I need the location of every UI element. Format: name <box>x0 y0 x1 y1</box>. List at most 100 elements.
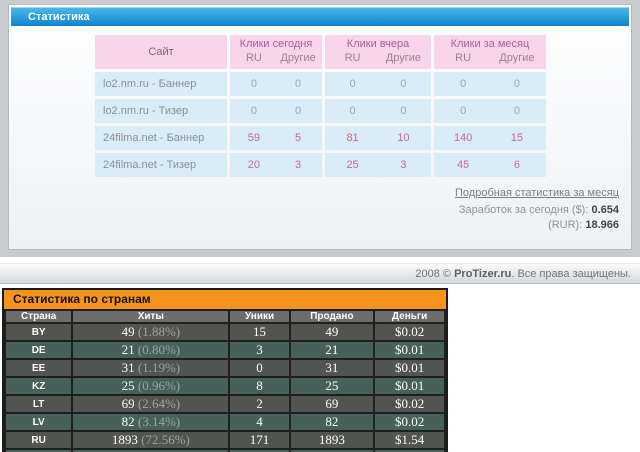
country-stats-title-text: Статистика по странам <box>13 292 151 306</box>
column-header-group: Клики за месяц RU Другие <box>434 35 546 69</box>
clicks-value: 0 <box>513 78 520 90</box>
hits-percent: (0.96%) <box>137 378 181 393</box>
site-name-cell: lo2.nm.ru - Баннер <box>95 72 227 96</box>
country-column-header: Продано <box>288 309 376 324</box>
clicks-value: 0 <box>400 105 407 117</box>
sold-cell: 69 <box>288 394 376 414</box>
table-row: lo2.nm.ru - Тизер 0 0 0 0 0 0 <box>95 99 546 123</box>
clicks-group-cell: 00 <box>230 99 322 123</box>
clicks-group-cell: 59 5 <box>230 126 322 150</box>
earnings-block: Подробная статистика за месяц Заработок … <box>11 180 629 243</box>
hits-cell: 1893 (72.56%) <box>71 430 231 450</box>
country-row: LV 82 (3.14%) 4 82 $0.02 <box>3 412 446 432</box>
site-name-cell: 24filma.net - Тизер <box>95 153 227 177</box>
hits-percent: (1.88%) <box>137 324 181 339</box>
sold-cell: 31 <box>288 358 376 378</box>
country-code-cell: RU <box>3 430 74 450</box>
uniques-cell: 0 <box>228 358 291 378</box>
earnings-rur-label: (RUR): <box>548 219 586 231</box>
table-row: 24filma.net - Баннер 59 5 81 10 140 15 <box>95 126 546 150</box>
clicks-value: 3 <box>295 159 302 171</box>
country-stats-title: Статистика по странам <box>4 290 446 309</box>
site-name-cell: 24filma.net - Баннер <box>95 126 227 150</box>
table-row: 24filma.net - Тизер 20 3 25 3 45 6 <box>95 153 546 177</box>
uniques-cell: 171 <box>228 430 291 450</box>
country-row: LT 69 (2.64%) 2 69 $0.02 <box>3 394 446 414</box>
clicks-group-cell: 81 10 <box>325 126 431 150</box>
clicks-value: 25 <box>346 159 359 171</box>
clicks-value: 0 <box>295 78 302 90</box>
clicks-group-cell: 00 <box>230 72 322 96</box>
country-row: KZ 25 (0.96%) 8 25 $0.01 <box>3 376 446 396</box>
country-code-cell: LT <box>3 394 74 414</box>
copyright-bar: 2008 © ProTizer.ru. Все права защищены. <box>0 263 640 284</box>
country-row: RU 1893 (72.56%) 171 1893 $1.54 <box>3 430 446 450</box>
country-stats-table: Страна Хиты Уники Продано Деньги BY 49 (1.88%… <box>3 309 446 452</box>
clicks-value: 6 <box>513 159 520 171</box>
country-stats-section: Статистика по странам Страна Хиты Уники Про… <box>2 288 448 452</box>
uniques-cell: 4 <box>228 412 291 432</box>
uniques-cell: 8 <box>228 376 291 396</box>
clicks-value: 59 <box>247 132 261 144</box>
stats-panel-title-bar: Статистика <box>11 7 629 26</box>
hits-percent: (3.14%) <box>137 414 181 429</box>
hits-cell: 49 (1.88%) <box>71 322 231 342</box>
earnings-rur-line: (RUR): 18.966 <box>11 218 619 233</box>
country-row: EE 31 (1.19%) 0 31 $0.01 <box>3 358 446 378</box>
sold-cell: 21 <box>288 340 376 360</box>
hits-percent: (72.56%) <box>141 432 190 447</box>
clicks-value: 0 <box>460 78 467 90</box>
country-stats-body: BY 49 (1.88%) 15 49 $0.02 DE 21 (0.80%) 3 21 $0.0… <box>3 322 446 452</box>
group-title: Клики вчера <box>346 38 410 50</box>
uniques-cell: 3 <box>228 340 291 360</box>
country-column-header: Хиты <box>71 309 231 324</box>
clicks-value: 0 <box>513 105 520 117</box>
money-cell: $0.01 <box>373 376 446 396</box>
clicks-group-cell: 20 3 <box>230 153 322 177</box>
copyright-suffix: . Все права защищены. <box>511 268 631 280</box>
money-cell: $0.01 <box>373 340 446 360</box>
clicks-group-cell: 00 <box>434 99 546 123</box>
hits-cell: 69 (2.64%) <box>71 394 231 414</box>
country-row: DE 21 (0.80%) 3 21 $0.01 <box>3 340 446 360</box>
country-column-header: Уники <box>228 309 291 324</box>
hits-cell: 31 (1.19%) <box>71 358 231 378</box>
clicks-value: 15 <box>510 132 523 144</box>
clicks-group-cell: 25 3 <box>325 153 431 177</box>
earnings-today-line: Заработок за сегодня ($): 0.654 <box>11 203 619 218</box>
clicks-group-cell: 00 <box>434 72 546 96</box>
hits-cell: 82 (3.14%) <box>71 412 231 432</box>
site-stats-body: lo2.nm.ru - Баннер 0 0 0 0 0 0 lo2.nm.ru - Тизе… <box>95 72 546 177</box>
money-cell: $0.02 <box>373 412 446 432</box>
clicks-value: 0 <box>349 105 356 117</box>
clicks-value: 0 <box>349 78 356 90</box>
country-code-cell: KZ <box>3 376 74 396</box>
earnings-today-label: Заработок за сегодня ($): <box>458 204 592 216</box>
clicks-value: 5 <box>295 132 302 144</box>
group-title: Клики сегодня <box>239 38 313 50</box>
hits-percent: (1.19%) <box>137 360 181 375</box>
earnings-today-value: 0.654 <box>591 204 619 216</box>
money-cell: $0.01 <box>373 358 446 378</box>
table-row: lo2.nm.ru - Баннер 0 0 0 0 0 0 <box>95 72 546 96</box>
group-title: Клики за месяц <box>450 38 530 50</box>
monthly-stats-link[interactable]: Подробная статистика за месяц <box>455 187 619 199</box>
country-row: BY 49 (1.88%) 15 49 $0.02 <box>3 322 446 342</box>
column-header-group: Клики сегодня RU Другие <box>230 35 322 69</box>
country-column-header: Страна <box>3 309 74 324</box>
sold-cell: 82 <box>288 412 376 432</box>
clicks-group-cell: 00 <box>325 72 431 96</box>
column-header-group: Клики вчера RU Другие <box>325 35 431 69</box>
country-code-cell: EE <box>3 358 74 378</box>
clicks-value: 3 <box>400 159 407 171</box>
money-cell: $0.02 <box>373 322 446 342</box>
clicks-group-cell: 45 6 <box>434 153 546 177</box>
site-stats-header-row: Сайт Клики сегодня RU Другие Клики вчера RU Д… <box>95 35 546 69</box>
group-subheader: RU <box>344 52 361 64</box>
clicks-value: 0 <box>250 105 257 117</box>
hits-percent: (0.80%) <box>137 342 181 357</box>
group-subheader: Другие <box>280 52 316 64</box>
money-cell: $0.02 <box>373 394 446 414</box>
hits-cell: 21 (0.80%) <box>71 340 231 360</box>
country-code-cell: BY <box>3 322 74 342</box>
